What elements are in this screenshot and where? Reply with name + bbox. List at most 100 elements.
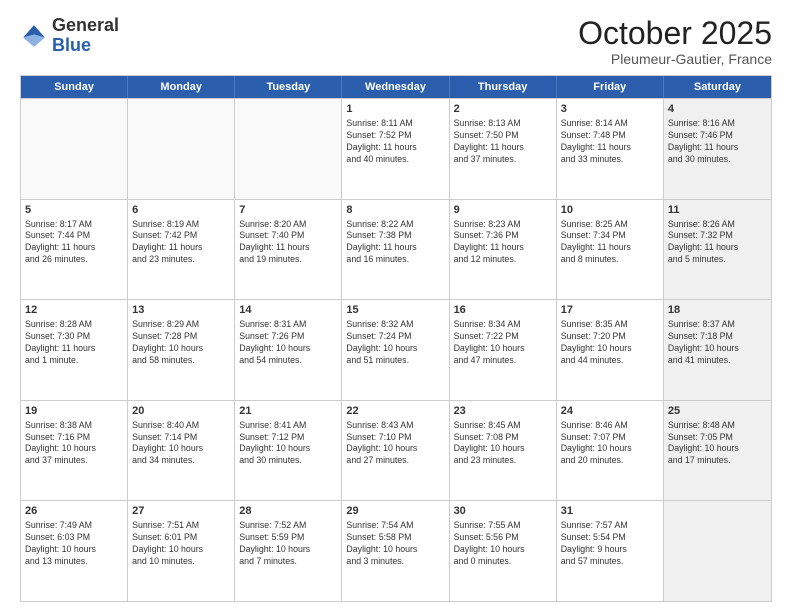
cell-text-line: Sunset: 7:26 PM	[239, 331, 337, 343]
calendar-cell: 16Sunrise: 8:34 AMSunset: 7:22 PMDayligh…	[450, 300, 557, 400]
cell-text-line: and 51 minutes.	[346, 355, 444, 367]
calendar-cell: 7Sunrise: 8:20 AMSunset: 7:40 PMDaylight…	[235, 200, 342, 300]
cell-text-line: Daylight: 10 hours	[239, 544, 337, 556]
cell-text-line: Sunrise: 8:20 AM	[239, 219, 337, 231]
cell-text-line: Sunrise: 7:54 AM	[346, 520, 444, 532]
cell-text-line: Sunset: 7:16 PM	[25, 432, 123, 444]
cell-text-line: and 30 minutes.	[668, 154, 767, 166]
calendar-cell: 14Sunrise: 8:31 AMSunset: 7:26 PMDayligh…	[235, 300, 342, 400]
cell-text-line: Sunrise: 8:32 AM	[346, 319, 444, 331]
cell-text-line: Sunset: 7:24 PM	[346, 331, 444, 343]
weekday-header: Wednesday	[342, 76, 449, 98]
cell-text-line: Sunset: 7:42 PM	[132, 230, 230, 242]
day-number: 24	[561, 404, 659, 419]
cell-text-line: and 5 minutes.	[668, 254, 767, 266]
cell-text-line: and 27 minutes.	[346, 455, 444, 467]
cell-text-line: Daylight: 11 hours	[454, 242, 552, 254]
day-number: 3	[561, 102, 659, 117]
calendar-row: 1Sunrise: 8:11 AMSunset: 7:52 PMDaylight…	[21, 98, 771, 199]
cell-text-line: Daylight: 10 hours	[346, 343, 444, 355]
cell-text-line: Sunrise: 8:37 AM	[668, 319, 767, 331]
calendar-cell: 19Sunrise: 8:38 AMSunset: 7:16 PMDayligh…	[21, 401, 128, 501]
weekday-header: Friday	[557, 76, 664, 98]
day-number: 17	[561, 303, 659, 318]
cell-text-line: Sunrise: 8:45 AM	[454, 420, 552, 432]
calendar-cell: 31Sunrise: 7:57 AMSunset: 5:54 PMDayligh…	[557, 501, 664, 601]
calendar-cell: 29Sunrise: 7:54 AMSunset: 5:58 PMDayligh…	[342, 501, 449, 601]
cell-text-line: Daylight: 11 hours	[561, 242, 659, 254]
weekday-header: Thursday	[450, 76, 557, 98]
day-number: 7	[239, 203, 337, 218]
day-number: 30	[454, 504, 552, 519]
day-number: 9	[454, 203, 552, 218]
weekday-header: Tuesday	[235, 76, 342, 98]
cell-text-line: Daylight: 11 hours	[346, 142, 444, 154]
cell-text-line: Sunrise: 7:51 AM	[132, 520, 230, 532]
cell-text-line: Sunrise: 8:23 AM	[454, 219, 552, 231]
cell-text-line: Sunrise: 8:38 AM	[25, 420, 123, 432]
day-number: 8	[346, 203, 444, 218]
day-number: 29	[346, 504, 444, 519]
cell-text-line: Sunset: 5:59 PM	[239, 532, 337, 544]
day-number: 6	[132, 203, 230, 218]
calendar-cell: 8Sunrise: 8:22 AMSunset: 7:38 PMDaylight…	[342, 200, 449, 300]
cell-text-line: Sunset: 7:14 PM	[132, 432, 230, 444]
cell-text-line: and 26 minutes.	[25, 254, 123, 266]
cell-text-line: Daylight: 11 hours	[25, 242, 123, 254]
cell-text-line: Daylight: 10 hours	[668, 343, 767, 355]
cell-text-line: Sunrise: 8:16 AM	[668, 118, 767, 130]
calendar-cell	[21, 99, 128, 199]
calendar-cell: 24Sunrise: 8:46 AMSunset: 7:07 PMDayligh…	[557, 401, 664, 501]
calendar-cell: 17Sunrise: 8:35 AMSunset: 7:20 PMDayligh…	[557, 300, 664, 400]
cell-text-line: and 44 minutes.	[561, 355, 659, 367]
cell-text-line: Sunrise: 8:19 AM	[132, 219, 230, 231]
cell-text-line: Sunset: 7:08 PM	[454, 432, 552, 444]
weekday-header: Sunday	[21, 76, 128, 98]
day-number: 28	[239, 504, 337, 519]
cell-text-line: and 12 minutes.	[454, 254, 552, 266]
cell-text-line: and 13 minutes.	[25, 556, 123, 568]
cell-text-line: Sunset: 7:50 PM	[454, 130, 552, 142]
cell-text-line: Daylight: 10 hours	[239, 443, 337, 455]
cell-text-line: Sunset: 7:36 PM	[454, 230, 552, 242]
cell-text-line: Sunset: 7:40 PM	[239, 230, 337, 242]
cell-text-line: Sunset: 7:30 PM	[25, 331, 123, 343]
cell-text-line: Sunset: 7:20 PM	[561, 331, 659, 343]
cell-text-line: Daylight: 9 hours	[561, 544, 659, 556]
cell-text-line: and 7 minutes.	[239, 556, 337, 568]
cell-text-line: Daylight: 11 hours	[561, 142, 659, 154]
logo: General Blue	[20, 16, 119, 56]
calendar-row: 12Sunrise: 8:28 AMSunset: 7:30 PMDayligh…	[21, 299, 771, 400]
cell-text-line: and 1 minute.	[25, 355, 123, 367]
location: Pleumeur-Gautier, France	[578, 51, 772, 67]
cell-text-line: and 47 minutes.	[454, 355, 552, 367]
cell-text-line: and 10 minutes.	[132, 556, 230, 568]
cell-text-line: and 58 minutes.	[132, 355, 230, 367]
day-number: 10	[561, 203, 659, 218]
cell-text-line: Daylight: 11 hours	[25, 343, 123, 355]
cell-text-line: Sunset: 7:28 PM	[132, 331, 230, 343]
cell-text-line: Sunset: 7:10 PM	[346, 432, 444, 444]
calendar-row: 5Sunrise: 8:17 AMSunset: 7:44 PMDaylight…	[21, 199, 771, 300]
calendar-cell: 26Sunrise: 7:49 AMSunset: 6:03 PMDayligh…	[21, 501, 128, 601]
cell-text-line: Sunset: 7:32 PM	[668, 230, 767, 242]
calendar-cell	[128, 99, 235, 199]
cell-text-line: Sunrise: 8:29 AM	[132, 319, 230, 331]
calendar-row: 26Sunrise: 7:49 AMSunset: 6:03 PMDayligh…	[21, 500, 771, 601]
cell-text-line: and 8 minutes.	[561, 254, 659, 266]
cell-text-line: Sunset: 7:22 PM	[454, 331, 552, 343]
day-number: 1	[346, 102, 444, 117]
cell-text-line: Sunset: 5:58 PM	[346, 532, 444, 544]
cell-text-line: Sunset: 6:01 PM	[132, 532, 230, 544]
cell-text-line: and 16 minutes.	[346, 254, 444, 266]
cell-text-line: and 23 minutes.	[132, 254, 230, 266]
day-number: 20	[132, 404, 230, 419]
cell-text-line: Sunset: 7:18 PM	[668, 331, 767, 343]
calendar-cell: 21Sunrise: 8:41 AMSunset: 7:12 PMDayligh…	[235, 401, 342, 501]
calendar-cell: 18Sunrise: 8:37 AMSunset: 7:18 PMDayligh…	[664, 300, 771, 400]
cell-text-line: and 23 minutes.	[454, 455, 552, 467]
cell-text-line: Sunset: 7:46 PM	[668, 130, 767, 142]
calendar-cell: 12Sunrise: 8:28 AMSunset: 7:30 PMDayligh…	[21, 300, 128, 400]
cell-text-line: Daylight: 11 hours	[346, 242, 444, 254]
cell-text-line: Sunrise: 8:35 AM	[561, 319, 659, 331]
